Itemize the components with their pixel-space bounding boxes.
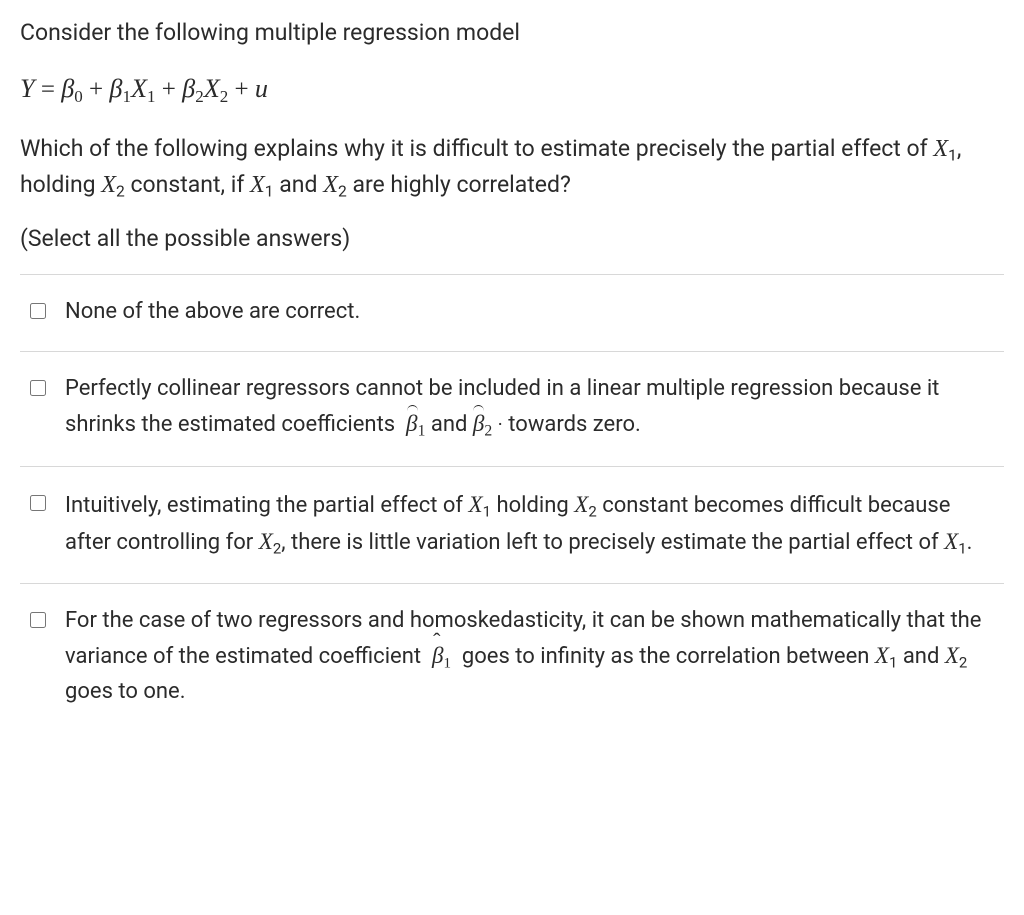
- question-stem: Consider the following multiple regressi…: [20, 16, 1004, 256]
- question-equation: Y = β0 + β1X1 + β2X2 + u: [20, 69, 1004, 110]
- choice-checkbox[interactable]: [30, 380, 46, 396]
- choice-text: Intuitively, estimating the partial effe…: [65, 487, 998, 560]
- choice-text: None of the above are correct.: [65, 295, 998, 329]
- question-intro: Consider the following multiple regressi…: [20, 16, 1004, 51]
- choice-checkbox[interactable]: [30, 612, 46, 628]
- answer-choice[interactable]: Perfectly collinear regressors cannot be…: [20, 351, 1004, 466]
- choice-text: Perfectly collinear regressors cannot be…: [65, 372, 998, 444]
- question-prompt: Which of the following explains why it i…: [20, 131, 1004, 203]
- choice-checkbox[interactable]: [30, 495, 46, 511]
- answer-choice[interactable]: For the case of two regressors and homos…: [20, 583, 1004, 732]
- choice-checkbox[interactable]: [30, 303, 46, 319]
- answer-choice[interactable]: None of the above are correct.: [20, 274, 1004, 351]
- choice-text: For the case of two regressors and homos…: [65, 604, 998, 710]
- answer-choices: None of the above are correct. Perfectly…: [20, 274, 1004, 731]
- answer-choice[interactable]: Intuitively, estimating the partial effe…: [20, 466, 1004, 582]
- question-instruction: (Select all the possible answers): [20, 222, 1004, 257]
